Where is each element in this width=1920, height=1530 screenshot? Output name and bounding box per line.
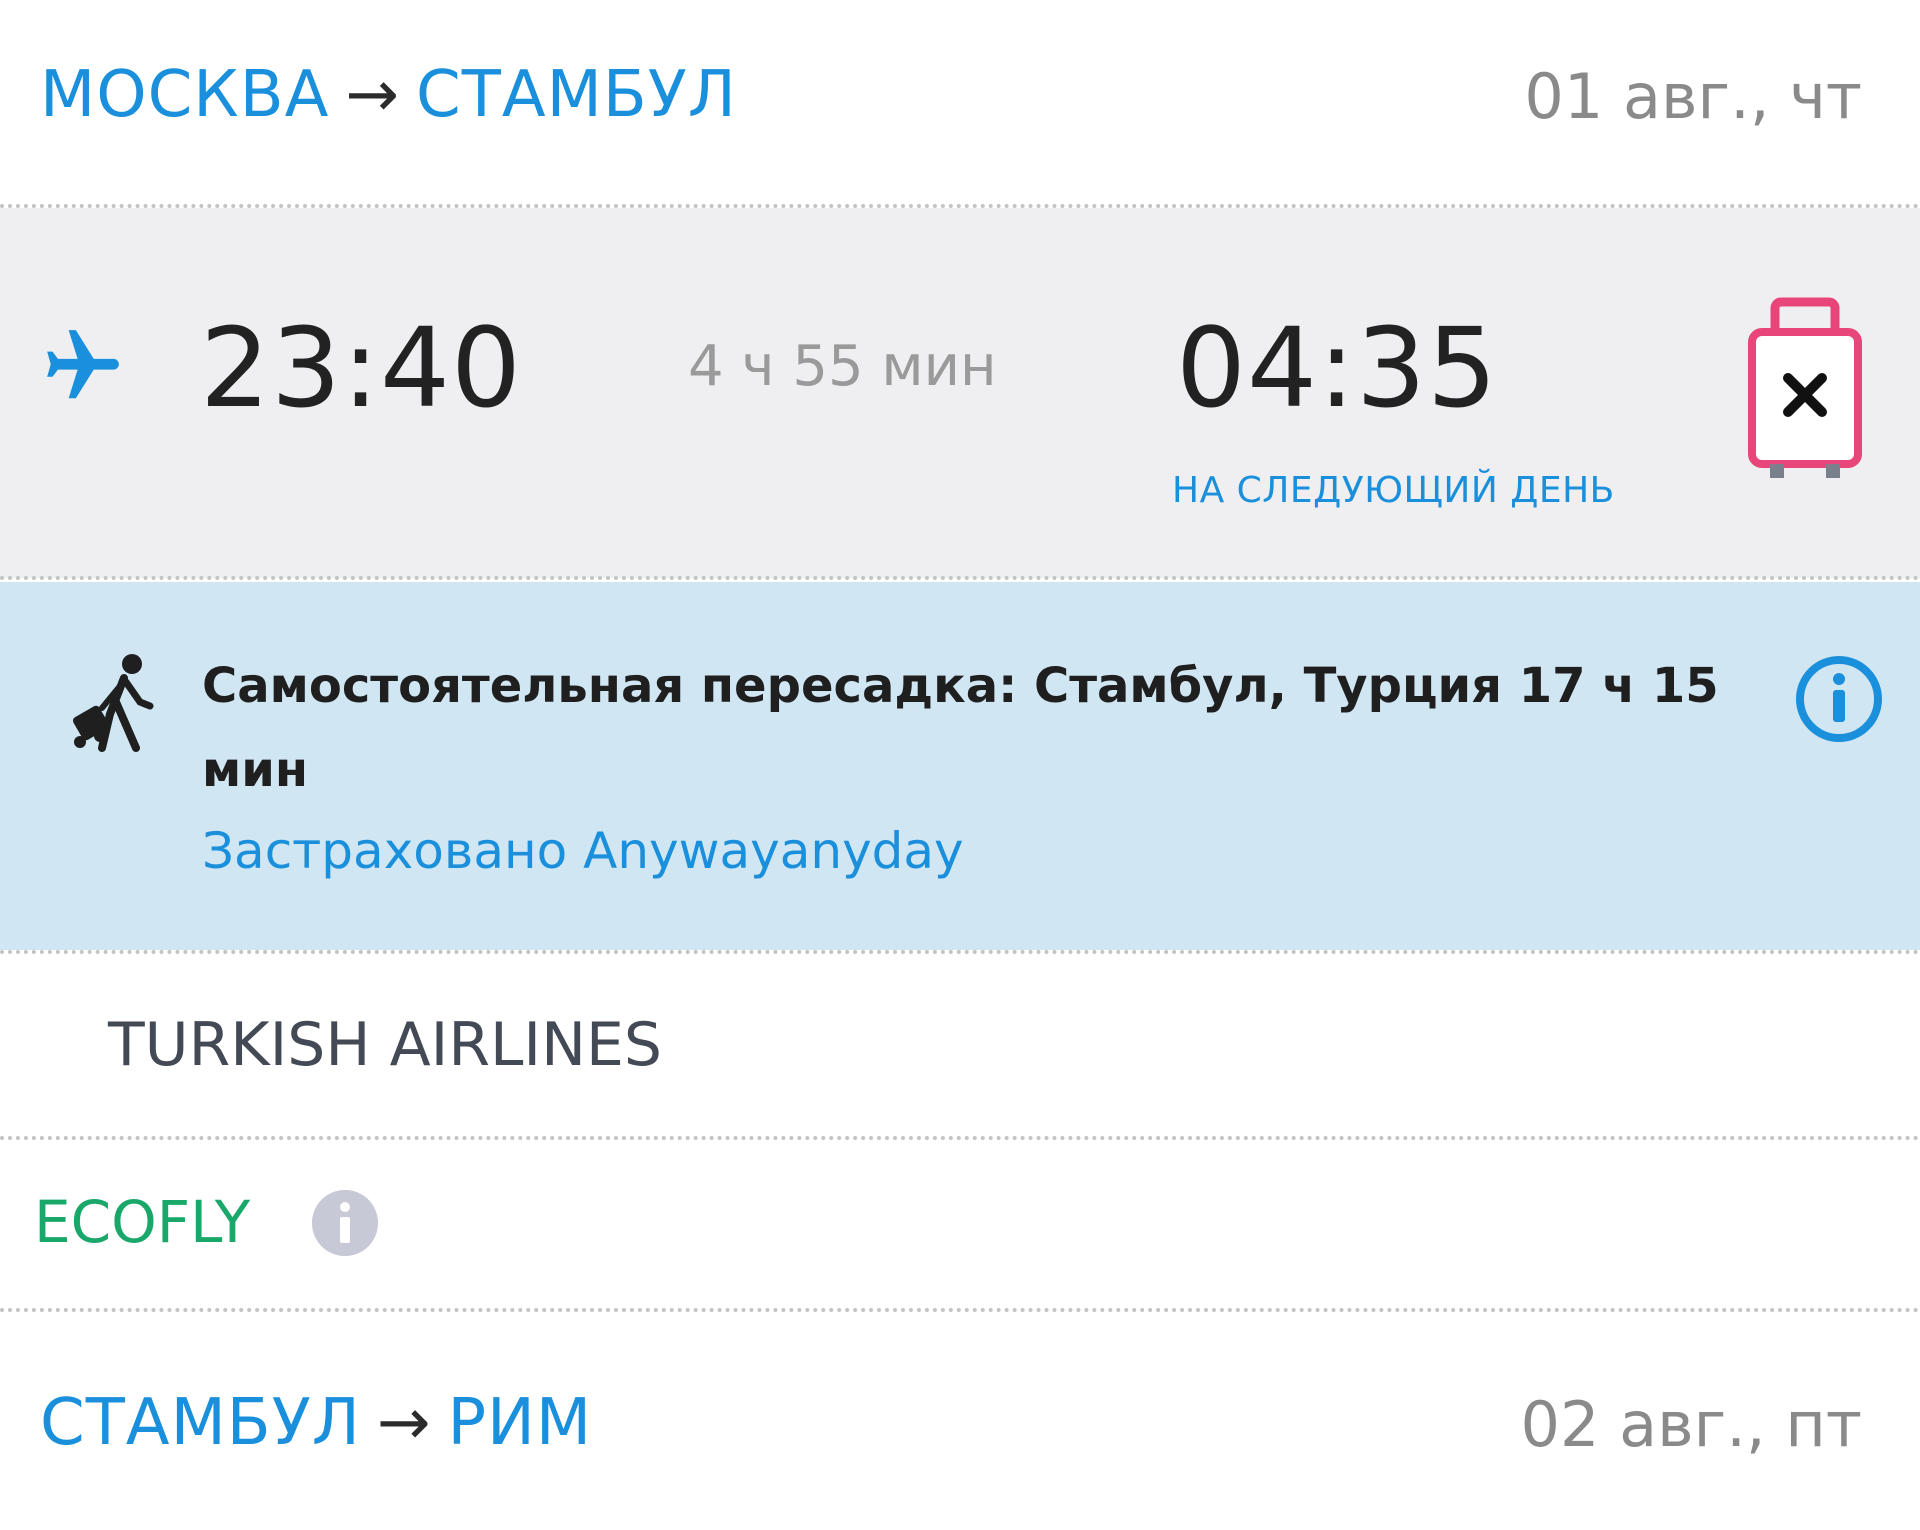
transfer-notice: Самостоятельная пересадка: Стамбул, Турц… (0, 582, 1920, 950)
route-arrow: → (345, 58, 401, 132)
route-title-1: МОСКВА → СТАМБУЛ (40, 58, 737, 132)
no-baggage-icon[interactable] (1740, 296, 1870, 486)
route-from: МОСКВА (40, 58, 330, 132)
route-to: СТАМБУЛ (416, 58, 737, 132)
route-arrow: → (376, 1386, 432, 1460)
divider (0, 950, 1920, 954)
route-title-2: СТАМБУЛ → РИМ (40, 1386, 592, 1460)
route-from: СТАМБУЛ (40, 1386, 361, 1460)
route-to: РИМ (447, 1386, 593, 1460)
route-date-1: 01 авг., чт (1524, 60, 1862, 133)
divider (0, 1136, 1920, 1140)
insured-link[interactable]: Застраховано Anywayanyday (202, 822, 964, 880)
arrival-time: 04:35 (1176, 304, 1499, 432)
divider (0, 576, 1920, 580)
route-header-2: СТАМБУЛ → РИМ 02 авг., пт (0, 1330, 1920, 1530)
walking-with-luggage-icon (72, 654, 154, 752)
airline-name: TURKISH AIRLINES (108, 1010, 663, 1080)
airplane-icon (47, 330, 119, 399)
fare-info-icon[interactable] (312, 1190, 378, 1256)
route-date-2: 02 авг., пт (1520, 1388, 1862, 1461)
route-header-1: МОСКВА → СТАМБУЛ 01 авг., чт (0, 0, 1920, 200)
fare-name: ECOFLY (34, 1188, 251, 1256)
info-icon[interactable] (1794, 654, 1884, 744)
divider (0, 1308, 1920, 1312)
flight-segment[interactable]: 23:40 4 ч 55 мин 04:35 НА СЛЕДУЮЩИЙ ДЕНЬ (0, 208, 1920, 578)
departure-time: 23:40 (200, 304, 523, 432)
next-day-label: НА СЛЕДУЮЩИЙ ДЕНЬ (1172, 470, 1615, 511)
transfer-description: Самостоятельная пересадка: Стамбул, Турц… (202, 658, 1719, 798)
flight-duration: 4 ч 55 мин (688, 334, 997, 399)
